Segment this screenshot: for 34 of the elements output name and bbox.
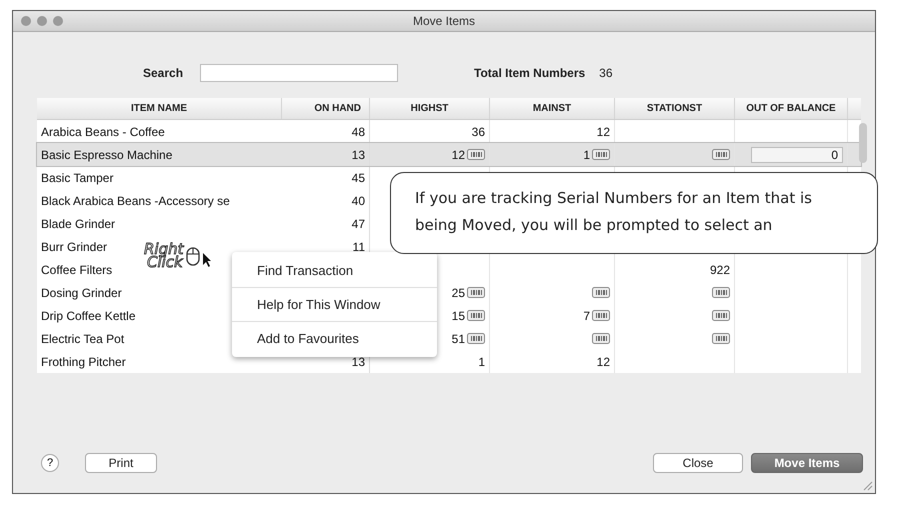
item-name: Burr Grinder [41,240,108,254]
item-name: Arabica Beans - Coffee [41,124,165,138]
on-hand-cell: 40 [352,194,365,208]
quantity-cell: 922 [710,262,730,276]
item-name: Blade Grinder [41,216,116,230]
on-hand-cell: 13 [352,148,365,162]
on-hand-cell: 13 [352,354,365,368]
item-name: Frothing Pitcher [41,354,126,368]
window-title: Move Items [412,14,475,28]
search-label: Search [143,66,184,80]
on-hand-cell: 45 [352,170,365,184]
item-name: Coffee Filters [41,262,112,276]
quantity-cell: 12 [596,354,610,368]
quantity-cell: 12 [452,148,465,162]
item-name: Basic Espresso Machine [41,148,172,162]
item-name: Electric Tea Pot [41,332,124,346]
quantity-cell: 7 [583,308,590,322]
on-hand-cell: 48 [352,124,365,138]
on-hand-cell: 11 [352,240,365,254]
quantity-cell: 1 [478,354,485,368]
on-hand-cell: 47 [352,216,365,230]
quantity-cell: 1 [583,148,590,162]
item-name: Drip Coffee Kettle [41,308,136,322]
quantity-cell: 36 [472,124,485,138]
total-value: 36 [599,66,613,80]
total-label: Total Item Numbers [474,66,586,80]
quantity-cell: 25 [452,286,465,300]
quantity-cell: 15 [452,308,465,322]
quantity-cell: 51 [452,332,465,346]
item-name: Dosing Grinder [41,286,122,300]
item-name: Basic Tamper [41,170,114,184]
callout-tooltip: If you are tracking Serial Numbers for an Item that is being Moved, you will be prompted to select an [390,172,878,254]
quantity-cell: 12 [596,124,610,138]
item-name: Black Arabica Beans -Accessory se [41,194,230,208]
